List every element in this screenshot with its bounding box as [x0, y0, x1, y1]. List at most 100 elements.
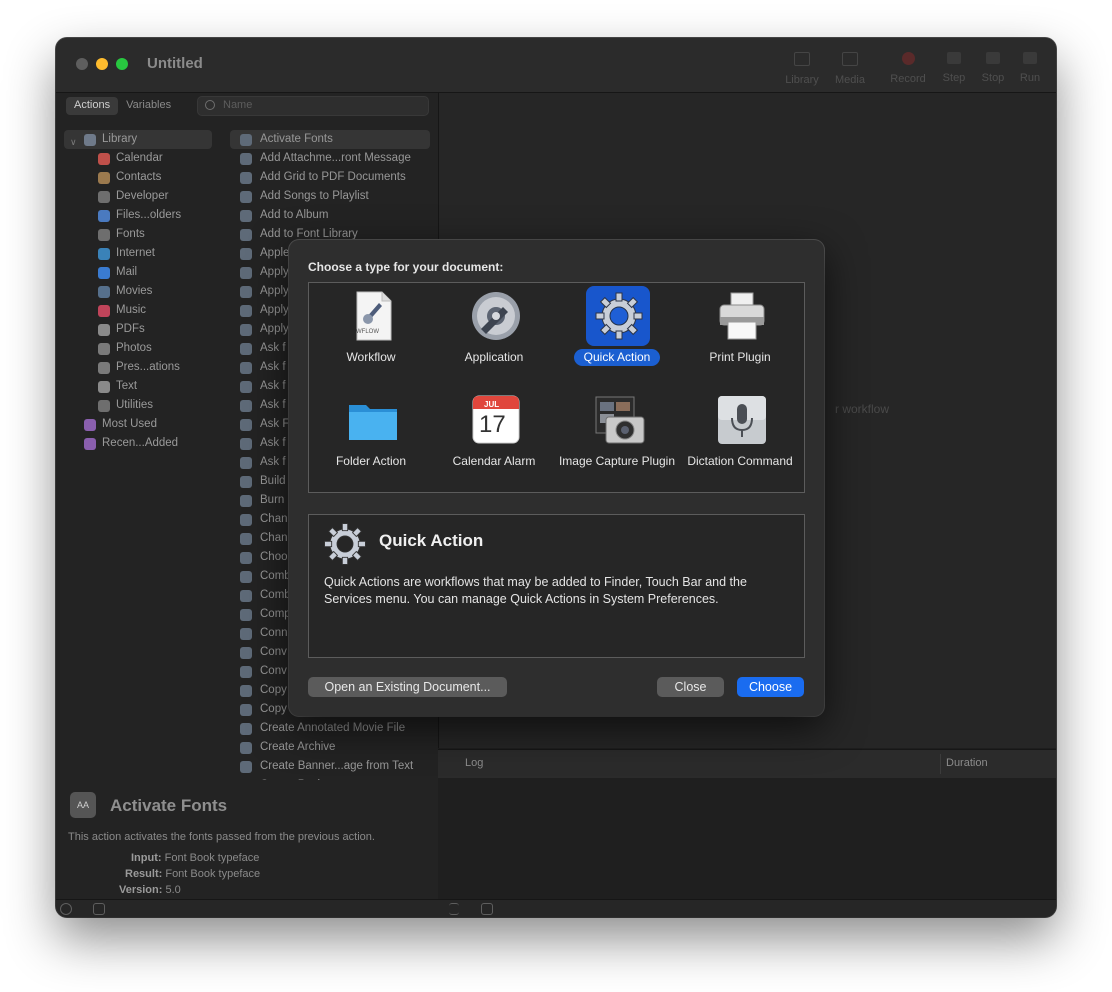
sidebar-item-15[interactable]: Most Used — [64, 415, 212, 434]
sidebar-item-8[interactable]: Movies — [64, 282, 212, 301]
action-list-item[interactable]: Add Grid to PDF Documents — [230, 168, 430, 187]
action-icon — [240, 438, 252, 450]
action-icon — [240, 704, 252, 716]
toolbar-run-button[interactable]: Run — [1008, 48, 1052, 86]
sidebar-item-13[interactable]: Text — [64, 377, 212, 396]
action-label: Add Songs to Playlist — [260, 190, 369, 202]
action-list-item[interactable]: Create Archive — [230, 738, 430, 757]
type-folder-action[interactable]: Folder Action — [312, 389, 430, 489]
workflow-hint-text: r workflow — [835, 402, 890, 416]
flow-view-icon[interactable] — [481, 903, 493, 915]
printer-icon — [719, 292, 765, 340]
tab-variables[interactable]: Variables — [118, 97, 179, 115]
type-application-label: Application — [464, 350, 524, 364]
sidebar-item-9[interactable]: Music — [64, 301, 212, 320]
sidebar-item-7[interactable]: Mail — [64, 263, 212, 282]
type-info-panel: Quick Action Quick Actions are workflows… — [308, 514, 805, 658]
action-list-item[interactable]: Add Songs to Playlist — [230, 187, 430, 206]
action-menu-icon[interactable] — [60, 903, 72, 915]
action-icon — [240, 134, 252, 146]
type-print-plugin[interactable]: Print Plugin — [681, 285, 799, 385]
action-list-item[interactable]: Create Banner...age from Text — [230, 757, 430, 776]
sidebar-item-icon — [84, 419, 96, 431]
type-dictation-command[interactable]: Dictation Command — [681, 389, 799, 489]
toolbar-record-button[interactable]: Record — [886, 48, 930, 87]
description-title: Activate Fonts — [110, 796, 228, 815]
type-calendar-alarm[interactable]: JUL 17 Calendar Alarm — [435, 389, 553, 489]
document-type-dialog: Choose a type for your document: WFLOW W… — [289, 240, 824, 716]
sidebar-item-label: Calendar — [116, 152, 163, 164]
dialog-heading: Choose a type for your document: — [308, 260, 504, 274]
sidebar-item-12[interactable]: Pres...ations — [64, 358, 212, 377]
close-window-button[interactable] — [76, 58, 88, 70]
sidebar-item-icon — [98, 400, 110, 412]
action-icon — [240, 552, 252, 564]
action-label: Ask f — [260, 437, 286, 449]
font-book-icon: AA — [70, 792, 96, 818]
sidebar-item-1[interactable]: Calendar — [64, 149, 212, 168]
sidebar-item-10[interactable]: PDFs — [64, 320, 212, 339]
duration-column-header[interactable]: Duration — [946, 757, 988, 769]
description-toggle-icon[interactable] — [93, 903, 105, 915]
title-bar: Untitled Library Media Record Step Stop … — [56, 38, 1056, 93]
toolbar-step-button[interactable]: Step — [932, 48, 976, 86]
sidebar-item-0[interactable]: ∨ Library — [64, 130, 212, 149]
sidebar-item-icon — [98, 381, 110, 393]
action-list-item[interactable]: Create Annotated Movie File — [230, 719, 430, 738]
action-label: Apply — [260, 266, 289, 278]
toolbar-library-button[interactable]: Library — [780, 48, 824, 88]
action-icon — [240, 723, 252, 735]
type-quick-action[interactable]: Quick Action — [558, 285, 676, 385]
open-existing-document-button[interactable]: Open an Existing Document... — [308, 677, 507, 697]
zoom-window-button[interactable] — [116, 58, 128, 70]
sidebar-item-label: Recen...Added — [102, 437, 179, 449]
action-label: Add Grid to PDF Documents — [260, 171, 406, 183]
sidebar-item-icon — [98, 343, 110, 355]
action-label: Ask f — [260, 361, 286, 373]
action-icon — [240, 742, 252, 754]
folder-icon — [349, 405, 397, 440]
sidebar-item-5[interactable]: Fonts — [64, 225, 212, 244]
action-icon — [240, 248, 252, 260]
choose-button[interactable]: Choose — [737, 677, 804, 697]
action-label: Chan — [260, 513, 288, 525]
type-workflow[interactable]: WFLOW Workflow — [312, 285, 430, 385]
action-icon — [240, 286, 252, 298]
toolbar-step-label: Step — [942, 72, 966, 84]
action-label: Apply — [260, 304, 289, 316]
tab-actions[interactable]: Actions — [66, 97, 119, 115]
search-input[interactable]: Name — [197, 96, 429, 116]
log-column-header[interactable]: Log — [465, 757, 483, 769]
sidebar-item-11[interactable]: Photos — [64, 339, 212, 358]
sidebar-item-4[interactable]: Files...olders — [64, 206, 212, 225]
action-list-item[interactable]: Add to Album — [230, 206, 430, 225]
minimize-window-button[interactable] — [96, 58, 108, 70]
type-application[interactable]: Application — [435, 285, 553, 385]
sidebar-item-label: PDFs — [116, 323, 145, 335]
sidebar-item-icon — [98, 210, 110, 222]
list-view-icon[interactable] — [449, 903, 459, 915]
action-label: Ask f — [260, 399, 286, 411]
action-icon — [240, 647, 252, 659]
action-label: Create Archive — [260, 741, 336, 753]
log-header: Log Duration — [438, 749, 1056, 779]
sidebar-item-2[interactable]: Contacts — [64, 168, 212, 187]
sidebar-item-label: Mail — [116, 266, 138, 278]
toolbar-library-label: Library — [785, 74, 819, 86]
sidebar-item-6[interactable]: Internet — [64, 244, 212, 263]
sidebar-item-3[interactable]: Developer — [64, 187, 212, 206]
action-icon — [240, 628, 252, 640]
type-image-capture-plugin[interactable]: Image Capture Plugin — [558, 389, 676, 489]
toolbar-media-button[interactable]: Media — [828, 48, 872, 88]
sidebar-item-14[interactable]: Utilities — [64, 396, 212, 415]
calendar-day: 17 — [479, 411, 506, 438]
action-list-item[interactable]: Add Attachme...ront Message — [230, 149, 430, 168]
sidebar-item-16[interactable]: Recen...Added — [64, 434, 212, 453]
action-icon — [240, 419, 252, 431]
application-icon — [472, 292, 520, 340]
version-label: Version: — [119, 884, 163, 896]
close-button[interactable]: Close — [657, 677, 724, 697]
sidebar-tabs: Actions Variables — [66, 97, 179, 115]
action-list-item[interactable]: Create Package — [230, 776, 430, 780]
action-list-item[interactable]: Activate Fonts — [230, 130, 430, 149]
